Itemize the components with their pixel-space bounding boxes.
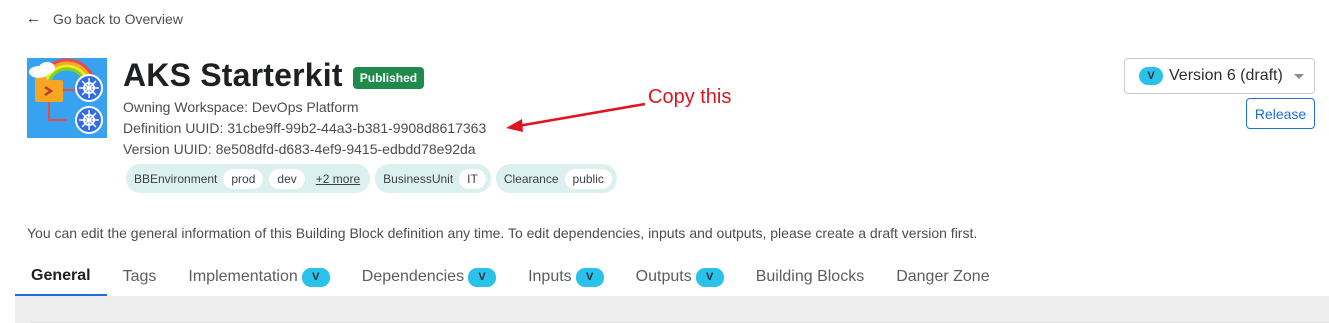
status-badge: Published [352,67,425,89]
tag-key: BBEnvironment [134,171,218,186]
definition-uuid[interactable]: Definition UUID: 31cbe9ff-99b2-44a3-b381… [123,120,486,136]
tag-value: IT [459,168,486,189]
tag-value: public [564,168,612,189]
tag-group-bbenvironment: BBEnvironment prod dev +2 more [126,164,371,193]
tab-general[interactable]: General [15,258,107,296]
tab-label: Dependencies [361,268,465,285]
back-link-label: Go back to Overview [53,10,183,27]
tags-row: BBEnvironment prod dev +2 more BusinessU… [126,164,617,193]
tag-group-clearance: Clearance public [495,164,617,193]
title-row: AKS Starterkit Published [123,57,425,94]
draft-chip: V [695,267,724,287]
release-button[interactable]: Release [1246,98,1315,129]
tab-label: Outputs [635,268,692,285]
tab-bar: General Tags Implementation V Dependenci… [15,258,1006,298]
tab-danger-zone[interactable]: Danger Zone [880,258,1005,296]
tab-tags[interactable]: Tags [107,258,173,296]
tag-key: BusinessUnit [383,171,454,186]
tab-label: Building Blocks [755,268,865,285]
arrow-left-icon: ← [26,10,41,27]
draft-chip: V [468,267,497,287]
info-text: You can edit the general information of … [27,225,978,241]
tab-dependencies[interactable]: Dependencies V [346,258,512,296]
tab-label: Tags [122,268,157,285]
tag-key: Clearance [503,171,559,186]
tab-label: General [31,267,91,284]
building-block-logo [27,58,107,138]
tab-label: Inputs [528,268,572,285]
tab-label: Danger Zone [896,268,990,285]
tab-outputs[interactable]: Outputs V [620,258,740,296]
draft-chip: V [301,267,330,287]
version-uuid[interactable]: Version UUID: 8e508dfd-d683-4ef9-9415-ed… [123,141,476,157]
copy-this-annotation: Copy this [648,86,732,108]
owning-workspace: Owning Workspace: DevOps Platform [123,99,359,115]
version-chip: V [1139,67,1163,85]
tab-implementation[interactable]: Implementation V [172,258,345,296]
draft-chip: V [575,267,604,287]
caret-down-icon [1294,74,1304,79]
version-select[interactable]: V Version 6 (draft) [1124,58,1315,94]
tab-content-area [15,296,1329,323]
tab-label: Implementation [188,268,298,285]
annotation-arrow-icon [506,102,646,132]
tab-inputs[interactable]: Inputs V [512,258,620,296]
back-to-overview-link[interactable]: ← Go back to Overview [26,10,183,27]
tag-value: dev [269,168,305,189]
tag-more-link[interactable]: +2 more [311,169,365,189]
tag-group-businessunit: BusinessUnit IT [375,164,491,193]
tab-building-blocks[interactable]: Building Blocks [740,258,881,296]
kubernetes-logo-icon [27,58,107,138]
tag-value: prod [223,168,264,189]
page-title: AKS Starterkit [123,57,343,93]
version-select-label: Version 6 (draft) [1169,67,1283,84]
